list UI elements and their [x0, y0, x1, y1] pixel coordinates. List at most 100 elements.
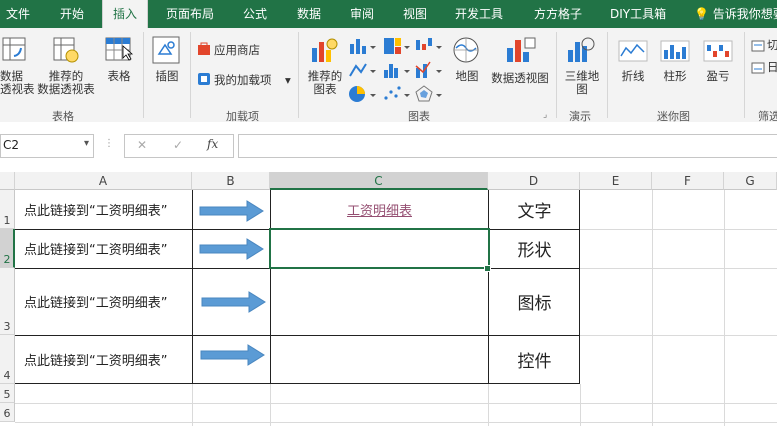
combo-chart-icon[interactable] — [414, 60, 442, 80]
gridline — [580, 335, 777, 336]
hierarchy-chart-icon[interactable] — [382, 36, 410, 56]
formula-buttons: ✕ ✓ fx — [124, 134, 234, 158]
gridline — [488, 384, 489, 426]
tab-fangfang[interactable]: 方方格子 — [534, 0, 582, 28]
formula-input[interactable] — [238, 134, 777, 158]
select-all-corner[interactable] — [0, 172, 15, 190]
tab-insert[interactable]: 插入 — [102, 0, 149, 28]
pivot-chart-button[interactable]: 数据透视图 — [488, 72, 552, 85]
insert-function-icon[interactable]: fx — [207, 137, 218, 151]
cell-d1[interactable]: 文字 — [489, 190, 580, 229]
formula-bar-area: C2 ▾ ⋮ ✕ ✓ fx — [0, 122, 777, 172]
ribbon-tab-bar: 文件 开始 插入 页面布局 公式 数据 审阅 视图 开发工具 方方格子 DIY工… — [0, 0, 777, 28]
gridline — [15, 403, 777, 404]
name-box-value: C2 — [3, 138, 20, 152]
row-header-6[interactable]: 6 — [0, 403, 15, 422]
sparkline-line-button[interactable]: 折线 — [618, 70, 648, 83]
tab-file[interactable]: 文件 — [6, 0, 30, 28]
active-cell-c2[interactable] — [269, 228, 490, 269]
ribbon-separator — [143, 32, 144, 118]
map-icon[interactable] — [452, 36, 482, 66]
table-button[interactable]: 表格 — [102, 70, 136, 83]
sparkline-column-button[interactable]: 柱形 — [660, 70, 690, 83]
cell-a1[interactable]: 点此链接到“工资明细表” — [24, 190, 167, 229]
timeline-icon — [751, 62, 765, 74]
tab-review[interactable]: 审阅 — [350, 0, 374, 28]
recommended-pivot-button[interactable]: 推荐的 数据透视表 — [34, 70, 98, 96]
enter-icon[interactable]: ✓ — [173, 138, 183, 152]
pivot-table-icon[interactable] — [2, 36, 28, 64]
sparkline-winloss-icon[interactable] — [703, 40, 733, 62]
hyperlink-cell-c1[interactable]: 工资明细表 — [271, 190, 488, 229]
formula-bar-splitter[interactable]: ⋮ — [104, 138, 114, 149]
3d-map-icon[interactable] — [566, 36, 596, 66]
column-header-b[interactable]: B — [192, 172, 270, 190]
cell-d2[interactable]: 形状 — [489, 229, 580, 268]
tab-developer[interactable]: 开发工具 — [455, 0, 503, 28]
recommended-charts-icon[interactable] — [310, 36, 340, 66]
cell-a3[interactable]: 点此链接到“工资明细表” — [24, 268, 167, 335]
chevron-down-icon[interactable]: ▾ — [84, 138, 89, 149]
sparkline-column-icon[interactable] — [660, 40, 690, 62]
cell-a2[interactable]: 点此链接到“工资明细表” — [24, 229, 167, 268]
scatter-chart-icon[interactable] — [382, 84, 410, 104]
radar-chart-icon[interactable] — [414, 84, 442, 104]
row-header-3[interactable]: 3 — [0, 268, 15, 335]
column-header-c[interactable]: C — [270, 172, 488, 190]
charts-dialog-launcher[interactable]: ⌟ — [543, 109, 547, 122]
sparkline-line-icon[interactable] — [618, 40, 648, 62]
column-header-a[interactable]: A — [15, 172, 192, 190]
pie-chart-icon[interactable] — [348, 84, 376, 104]
tell-me-box[interactable]: 💡 告诉我你想要 — [694, 0, 777, 28]
tab-data[interactable]: 数据 — [297, 0, 321, 28]
gridline — [652, 190, 653, 426]
column-header-f[interactable]: F — [652, 172, 724, 190]
gridline — [270, 384, 271, 426]
my-addins-dropdown[interactable]: ▾ — [285, 74, 291, 87]
timeline-button[interactable]: 日 — [767, 61, 777, 74]
arrow-right-icon[interactable] — [200, 344, 266, 366]
row-header-4[interactable]: 4 — [0, 335, 15, 384]
arrow-right-icon[interactable] — [199, 200, 265, 222]
arrow-right-icon[interactable] — [201, 291, 267, 313]
ribbon-insert: 数据 透视表 推荐的 数据透视表 表格 表格 插图 应用商店 我的加载项 ▾ 加载项… — [0, 28, 777, 123]
tab-page-layout[interactable]: 页面布局 — [166, 0, 214, 28]
illustrations-button[interactable]: 插图 — [150, 70, 184, 83]
row-header-5[interactable]: 5 — [0, 384, 15, 403]
waterfall-chart-icon[interactable] — [414, 36, 442, 56]
3d-map-button[interactable]: 三维地图 — [562, 70, 602, 96]
name-box[interactable]: C2 ▾ — [0, 134, 94, 158]
column-header-e[interactable]: E — [580, 172, 652, 190]
illustrations-icon[interactable] — [152, 36, 182, 64]
recommended-charts-button[interactable]: 推荐的 图表 — [304, 70, 346, 96]
cell-d3[interactable]: 图标 — [489, 268, 580, 335]
cell-d4[interactable]: 控件 — [489, 335, 580, 383]
cell-a4[interactable]: 点此链接到“工资明细表” — [24, 335, 167, 383]
row-header-2[interactable]: 2 — [0, 229, 15, 268]
gridline — [15, 422, 777, 423]
column-chart-icon[interactable] — [348, 36, 376, 56]
tab-home[interactable]: 开始 — [60, 0, 84, 28]
pivot-chart-icon[interactable] — [505, 36, 537, 66]
slicer-button[interactable]: 切 — [767, 39, 777, 52]
row-header-1[interactable]: 1 — [0, 190, 15, 229]
sparkline-winloss-button[interactable]: 盈亏 — [703, 70, 733, 83]
column-header-d[interactable]: D — [488, 172, 580, 190]
ribbon-separator — [556, 32, 557, 118]
map-button[interactable]: 地图 — [450, 70, 484, 83]
tab-view[interactable]: 视图 — [403, 0, 427, 28]
pivot-table-button[interactable]: 数据 透视表 — [0, 70, 35, 96]
ribbon-separator — [607, 32, 608, 118]
recommended-pivot-icon[interactable] — [52, 36, 80, 64]
tab-diy-toolbox[interactable]: DIY工具箱 — [610, 0, 666, 28]
cancel-icon[interactable]: ✕ — [137, 138, 147, 152]
arrow-right-icon[interactable] — [199, 238, 265, 260]
line-chart-icon[interactable] — [348, 60, 376, 80]
table-icon[interactable] — [105, 36, 135, 64]
tab-formulas[interactable]: 公式 — [243, 0, 267, 28]
column-header-g[interactable]: G — [724, 172, 777, 190]
my-addins-button[interactable]: 我的加载项 — [214, 74, 272, 87]
ribbon-separator — [298, 32, 299, 118]
app-store-button[interactable]: 应用商店 — [214, 44, 260, 57]
statistic-chart-icon[interactable] — [382, 60, 410, 80]
